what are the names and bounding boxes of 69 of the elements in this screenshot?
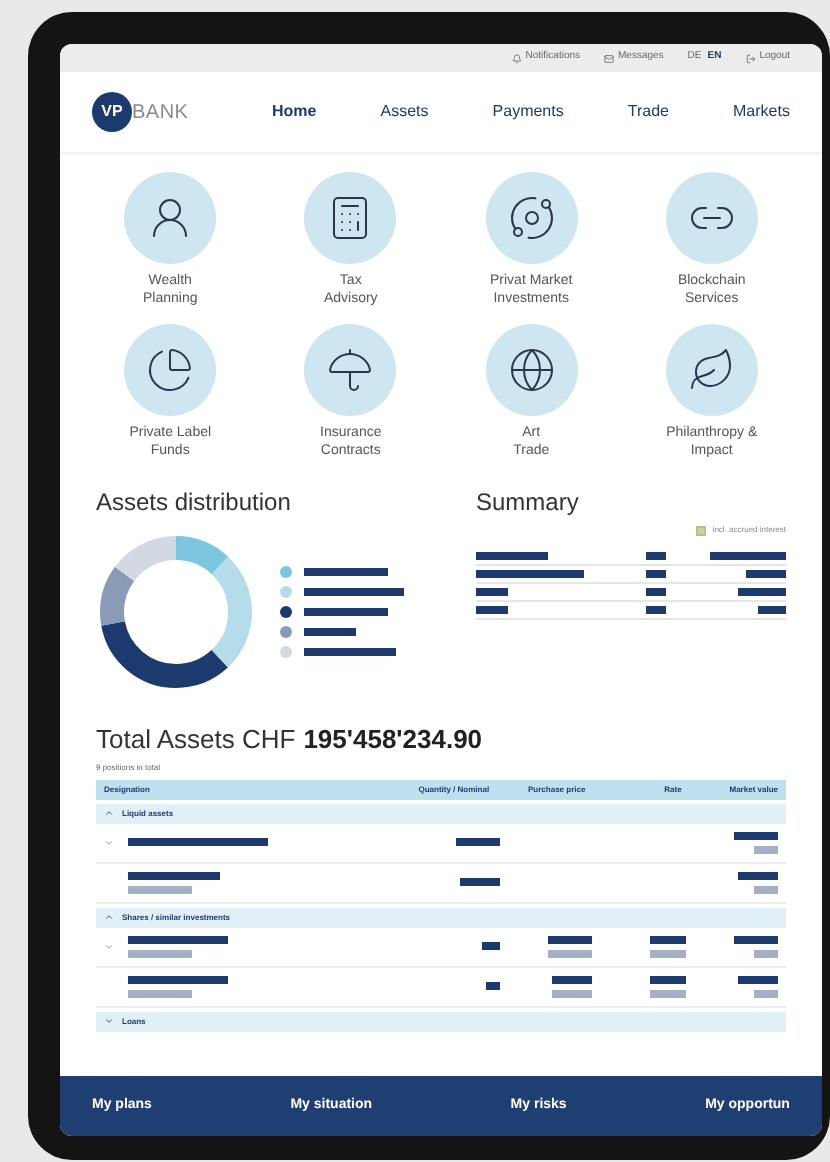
pie-chart-icon bbox=[146, 346, 195, 394]
placeholder-bar bbox=[548, 949, 593, 957]
placeholder-bar bbox=[552, 989, 593, 997]
placeholder-bar bbox=[733, 831, 778, 839]
total-label: Total Assets CHF bbox=[96, 722, 296, 758]
logo-text: BANK bbox=[132, 99, 189, 127]
chevron-icon bbox=[104, 1016, 114, 1026]
placeholder-bar bbox=[476, 606, 508, 614]
placeholder-bar bbox=[476, 588, 508, 596]
section-title: Assets distribution bbox=[96, 486, 293, 520]
nav-tab[interactable]: Home bbox=[272, 100, 317, 124]
placeholder-bar bbox=[128, 935, 228, 943]
placeholder-bar bbox=[733, 935, 778, 943]
placeholder-bar bbox=[476, 552, 548, 560]
placeholder-bar bbox=[746, 570, 786, 578]
umbrella-icon bbox=[326, 346, 375, 394]
placeholder-bar bbox=[646, 552, 666, 560]
placeholder-bar bbox=[128, 949, 192, 957]
chevron-icon bbox=[104, 808, 114, 818]
placeholder-bar bbox=[649, 975, 686, 983]
chevron-icon bbox=[104, 837, 114, 847]
placeholder-bar bbox=[649, 935, 686, 943]
placeholder-bar bbox=[128, 975, 228, 983]
placeholder-bar bbox=[646, 570, 666, 578]
placeholder-bar bbox=[646, 588, 666, 596]
placeholder-bar bbox=[304, 588, 404, 596]
leaf-icon bbox=[687, 346, 736, 394]
placeholder-bar bbox=[455, 838, 500, 846]
bell-icon bbox=[511, 53, 522, 63]
placeholder-bar bbox=[304, 628, 356, 636]
nav-tab[interactable]: Trade bbox=[627, 100, 669, 124]
globe-icon bbox=[507, 346, 556, 394]
placeholder-bar bbox=[548, 935, 593, 943]
placeholder-bar bbox=[304, 648, 396, 656]
logout-icon bbox=[745, 53, 756, 63]
placeholder-bar bbox=[737, 975, 778, 983]
total-amount: 195'458'234.90 bbox=[303, 722, 483, 758]
placeholder-bar bbox=[753, 885, 778, 893]
placeholder-bar bbox=[649, 989, 686, 997]
chevron-icon bbox=[104, 912, 114, 922]
logo-mark: VP bbox=[92, 92, 132, 132]
chevron-icon bbox=[104, 941, 114, 951]
placeholder-bar bbox=[128, 885, 192, 893]
placeholder-bar bbox=[128, 989, 192, 997]
placeholder-bar bbox=[646, 606, 666, 614]
placeholder-bar bbox=[710, 552, 786, 560]
placeholder-bar bbox=[552, 975, 593, 983]
placeholder-bar bbox=[304, 568, 388, 576]
nav-tab[interactable]: Markets bbox=[733, 100, 790, 124]
placeholder-bar bbox=[304, 608, 388, 616]
placeholder-bar bbox=[753, 949, 778, 957]
placeholder-bar bbox=[476, 570, 584, 578]
placeholder-bar bbox=[485, 982, 500, 990]
nav-tab[interactable]: Payments bbox=[492, 100, 564, 124]
placeholder-bar bbox=[738, 588, 786, 596]
placeholder-bar bbox=[649, 949, 686, 957]
placeholder-bar bbox=[128, 838, 268, 846]
nav-tab[interactable]: Assets bbox=[380, 100, 429, 124]
placeholder-bar bbox=[128, 871, 220, 879]
orbit-icon bbox=[507, 194, 556, 242]
placeholder-bar bbox=[481, 942, 500, 950]
placeholder-bar bbox=[737, 871, 778, 879]
checkbox[interactable] bbox=[696, 525, 707, 535]
placeholder-bar bbox=[459, 878, 500, 886]
mail-icon bbox=[604, 53, 614, 63]
section-title: Summary bbox=[476, 486, 581, 520]
placeholder-bar bbox=[758, 606, 786, 614]
placeholder-bar bbox=[753, 989, 778, 997]
placeholder-bar bbox=[753, 845, 778, 853]
